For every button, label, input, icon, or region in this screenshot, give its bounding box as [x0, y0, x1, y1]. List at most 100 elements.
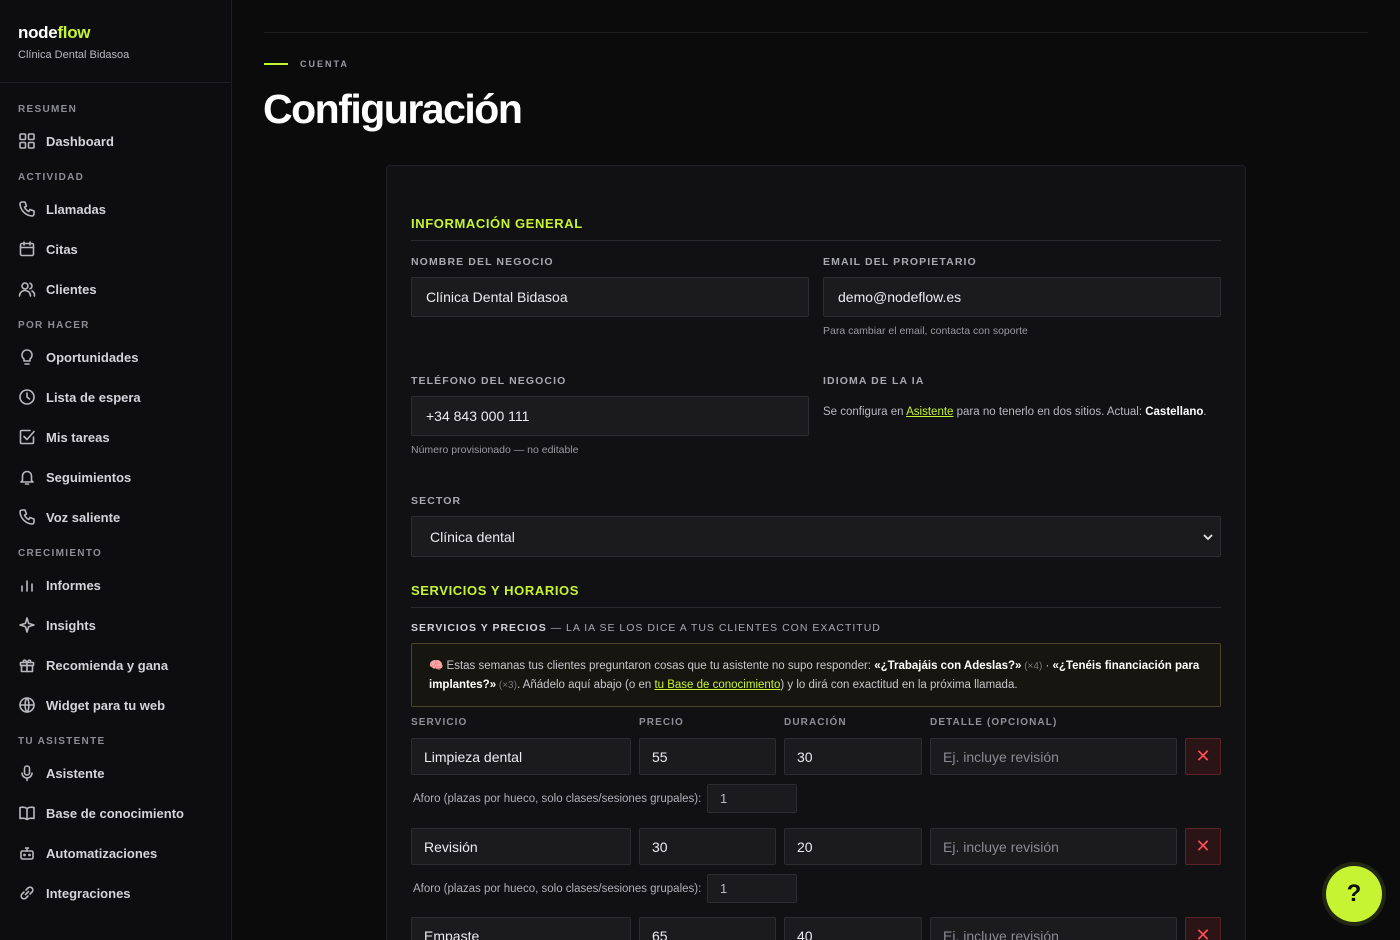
- eyebrow-dash: [264, 63, 288, 65]
- sidebar-item-clientes[interactable]: Clientes: [0, 269, 231, 309]
- checkbox-icon: [18, 428, 36, 446]
- sidebar-item-informes[interactable]: Informes: [0, 565, 231, 605]
- users-icon: [18, 280, 36, 298]
- globe-icon: [18, 696, 36, 714]
- notice-text-3: ) y lo dirá con exactitud en la próxima …: [780, 679, 1018, 691]
- top-divider: [264, 32, 1368, 33]
- sidebar-item-llamadas[interactable]: Llamadas: [0, 189, 231, 229]
- phone-icon: [18, 200, 36, 218]
- sidebar-item-label: Insights: [46, 617, 96, 633]
- asistente-link[interactable]: Asistente: [906, 406, 953, 418]
- sidebar-item-label: Mis tareas: [46, 429, 110, 445]
- sector-select[interactable]: Clínica dental: [411, 516, 1221, 557]
- service-duration-input[interactable]: 30: [784, 738, 922, 775]
- sidebar-item-label: Oportunidades: [46, 349, 139, 365]
- page-eyebrow: CUENTA: [264, 59, 349, 69]
- owner-email-input[interactable]: demo@nodeflow.es: [823, 277, 1221, 317]
- sidebar-item-automatizaciones[interactable]: Automatizaciones: [0, 833, 231, 873]
- service-duration-input[interactable]: 20: [784, 828, 922, 865]
- services-subheading-rest: — LA IA SE LOS DICE A TUS CLIENTES CON E…: [546, 622, 881, 634]
- phone-outgoing-icon: [18, 508, 36, 526]
- ia-language-text-3: .: [1203, 406, 1207, 418]
- delete-service-button[interactable]: ✕: [1185, 738, 1221, 775]
- notice-count-1: (×4): [1021, 661, 1043, 672]
- sidebar-item-label: Clientes: [46, 281, 97, 297]
- sidebar-item-oportunidades[interactable]: Oportunidades: [0, 337, 231, 377]
- sidebar: nodeflow Clínica Dental Bidasoa RESUMEN …: [0, 0, 232, 940]
- aforo-label: Aforo (plazas por hueco, solo clases/ses…: [413, 883, 702, 895]
- service-name-input[interactable]: Revisión: [411, 828, 631, 865]
- page-title: Configuración: [263, 86, 523, 132]
- sidebar-item-integraciones[interactable]: Integraciones: [0, 873, 231, 913]
- sidebar-item-label: Widget para tu web: [46, 697, 166, 713]
- ia-language-text-2: para no tenerlo en dos sitios. Actual:: [953, 406, 1146, 418]
- sidebar-item-label: Seguimientos: [46, 469, 132, 485]
- ia-language-current: Castellano: [1145, 406, 1204, 418]
- sidebar-item-label: Voz saliente: [46, 509, 121, 525]
- owner-email-label: EMAIL DEL PROPIETARIO: [823, 256, 977, 268]
- brand-logo[interactable]: nodeflow: [18, 23, 213, 43]
- column-header-price: PRECIO: [639, 717, 684, 728]
- sidebar-item-label: Automatizaciones: [46, 845, 158, 861]
- service-price-input[interactable]: 65: [639, 917, 776, 940]
- robot-icon: [18, 844, 36, 862]
- sidebar-item-lista-espera[interactable]: Lista de espera: [0, 377, 231, 417]
- nav-section-resumen: RESUMEN: [18, 104, 78, 115]
- dashboard-icon: [18, 132, 36, 150]
- phone-hint: Número provisionado — no editable: [411, 444, 579, 456]
- nav-section-crecimiento: CRECIMIENTO: [18, 548, 103, 559]
- nav-section-por-hacer: POR HACER: [18, 320, 90, 331]
- sidebar-item-seguimientos[interactable]: Seguimientos: [0, 457, 231, 497]
- clock-icon: [18, 388, 36, 406]
- delete-service-button[interactable]: ✕: [1185, 828, 1221, 865]
- nav-section-actividad: ACTIVIDAD: [18, 172, 85, 183]
- delete-service-button[interactable]: ✕: [1185, 917, 1221, 940]
- sidebar-item-widget[interactable]: Widget para tu web: [0, 685, 231, 725]
- notice-text-2: . Añádelo aquí abajo (o en: [516, 679, 655, 691]
- service-detail-input[interactable]: Ej. incluye revisión: [930, 917, 1177, 940]
- sidebar-item-base-conocimiento[interactable]: Base de conocimiento: [0, 793, 231, 833]
- sidebar-item-mis-tareas[interactable]: Mis tareas: [0, 417, 231, 457]
- business-name-label: NOMBRE DEL NEGOCIO: [411, 256, 554, 268]
- notice-text-1: Estas semanas tus clientes preguntaron c…: [443, 660, 875, 672]
- sidebar-item-citas[interactable]: Citas: [0, 229, 231, 269]
- sidebar-item-voz-saliente[interactable]: Voz saliente: [0, 497, 231, 537]
- help-button[interactable]: ?: [1326, 866, 1382, 922]
- section-heading-general: INFORMACIÓN GENERAL: [411, 216, 1221, 241]
- column-header-detail: DETALLE (OPCIONAL): [930, 717, 1058, 728]
- notice-count-2: (×3): [496, 680, 517, 691]
- settings-card: INFORMACIÓN GENERAL NOMBRE DEL NEGOCIO C…: [386, 165, 1246, 940]
- link-icon: [18, 884, 36, 902]
- brain-icon: 🧠: [429, 660, 444, 672]
- sector-select-value: Clínica dental: [430, 528, 515, 545]
- chevron-down-icon: [1203, 534, 1213, 540]
- sidebar-item-label: Dashboard: [46, 133, 114, 149]
- service-duration-input[interactable]: 40: [784, 917, 922, 940]
- service-price-input[interactable]: 30: [639, 828, 776, 865]
- brand-name-part1: node: [18, 23, 58, 42]
- sidebar-item-recomienda[interactable]: Recomienda y gana: [0, 645, 231, 685]
- sparkle-icon: [18, 616, 36, 634]
- sidebar-item-label: Informes: [46, 577, 101, 593]
- service-name-input[interactable]: Limpieza dental: [411, 738, 631, 775]
- brand-subtitle: Clínica Dental Bidasoa: [18, 49, 130, 61]
- sidebar-item-label: Recomienda y gana: [46, 657, 169, 673]
- main-content: CUENTA Configuración INFORMACIÓN GENERAL…: [232, 0, 1400, 940]
- knowledge-base-link[interactable]: tu Base de conocimiento: [654, 679, 780, 691]
- service-detail-input[interactable]: Ej. incluye revisión: [930, 738, 1177, 775]
- sidebar-item-label: Citas: [46, 241, 78, 257]
- services-subheading: SERVICIOS Y PRECIOS — LA IA SE LOS DICE …: [411, 622, 881, 634]
- service-detail-input[interactable]: Ej. incluye revisión: [930, 828, 1177, 865]
- brand-name-part2: flow: [57, 23, 91, 42]
- service-name-input[interactable]: Empaste: [411, 917, 631, 940]
- aforo-input[interactable]: 1: [707, 874, 797, 903]
- aforo-input[interactable]: 1: [707, 784, 797, 813]
- lightbulb-icon: [18, 348, 36, 366]
- sidebar-item-dashboard[interactable]: Dashboard: [0, 121, 231, 161]
- sidebar-item-asistente[interactable]: Asistente: [0, 753, 231, 793]
- service-price-input[interactable]: 55: [639, 738, 776, 775]
- bell-icon: [18, 468, 36, 486]
- eyebrow-label: CUENTA: [300, 59, 349, 69]
- business-name-input[interactable]: Clínica Dental Bidasoa: [411, 277, 809, 317]
- sidebar-item-insights[interactable]: Insights: [0, 605, 231, 645]
